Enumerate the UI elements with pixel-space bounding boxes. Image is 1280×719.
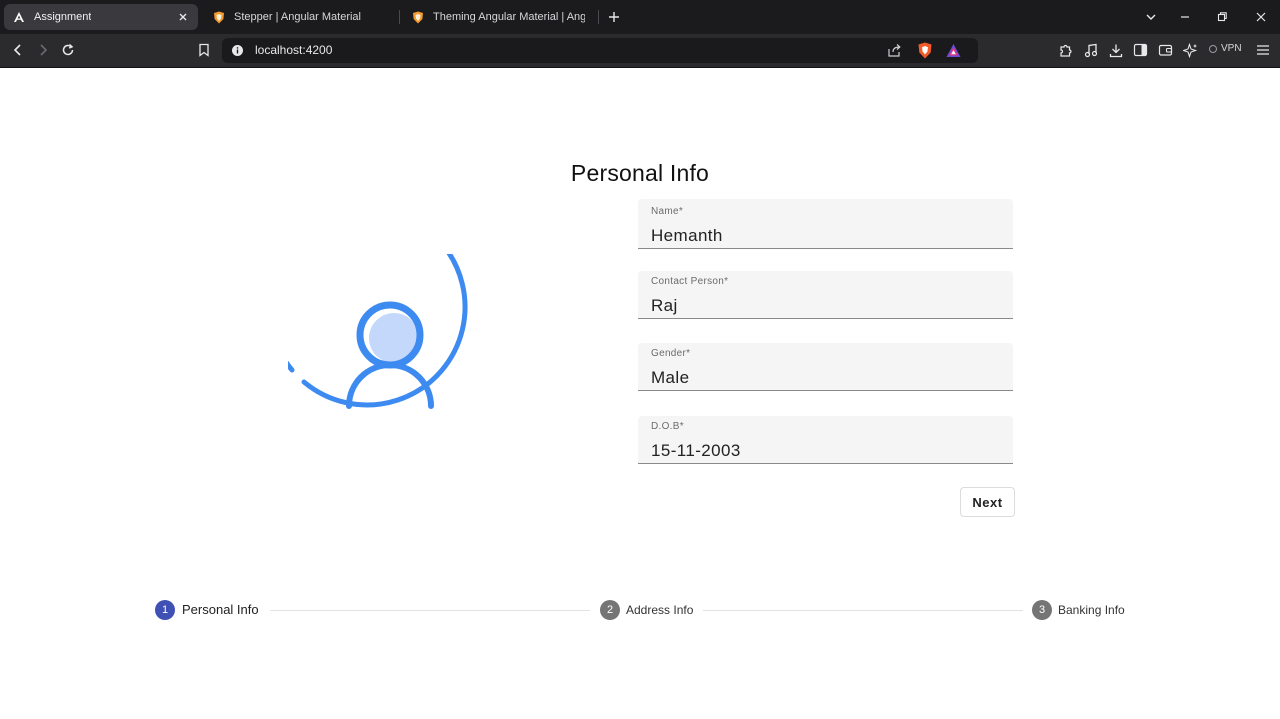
step-banking-info[interactable]: 3 Banking Info: [1027, 596, 1131, 624]
contact-person-field[interactable]: Contact Person* Raj: [638, 271, 1013, 319]
tab-theming-angular-material[interactable]: Theming Angular Material | Angular: [403, 4, 593, 30]
share-icon[interactable]: [887, 43, 902, 58]
next-button[interactable]: Next: [960, 487, 1015, 517]
dob-field-value[interactable]: 15-11-2003: [651, 441, 741, 461]
gender-field[interactable]: Gender* Male: [638, 343, 1013, 391]
browser-tab-strip: Assignment Stepper | Angular Material Th…: [0, 0, 1280, 34]
tab-title: Assignment: [34, 11, 92, 23]
name-field-value[interactable]: Hemanth: [651, 226, 723, 246]
dob-field-label: D.O.B*: [651, 421, 684, 432]
step-number-badge: 2: [600, 600, 620, 620]
vpn-label: VPN: [1221, 43, 1242, 54]
step-number-badge: 1: [155, 600, 175, 620]
brave-shields-icon[interactable]: [917, 42, 933, 59]
tab-title: Stepper | Angular Material: [234, 11, 361, 23]
tab-assignment[interactable]: Assignment: [4, 4, 198, 30]
step-connector: [703, 610, 1023, 611]
step-address-info[interactable]: 2 Address Info: [595, 596, 699, 624]
brave-shield-icon: [411, 10, 425, 24]
name-field[interactable]: Name* Hemanth: [638, 199, 1013, 249]
site-info-icon[interactable]: [231, 44, 244, 57]
tab-title: Theming Angular Material | Angular: [433, 11, 585, 23]
vpn-status-icon: [1209, 44, 1217, 53]
minimize-icon[interactable]: [1177, 9, 1193, 25]
leo-ai-sparkle-icon[interactable]: [1182, 42, 1198, 58]
contact-person-field-value[interactable]: Raj: [651, 296, 678, 316]
reload-icon[interactable]: [60, 42, 76, 58]
tab-stepper-angular-material[interactable]: Stepper | Angular Material: [204, 4, 394, 30]
media-music-icon[interactable]: [1083, 42, 1099, 58]
hamburger-menu-icon[interactable]: [1255, 42, 1271, 58]
sidebar-toggle-icon[interactable]: [1132, 42, 1148, 58]
tab-separator: [598, 10, 599, 24]
tab-separator: [399, 10, 400, 24]
close-window-icon[interactable]: [1253, 9, 1269, 25]
extensions-puzzle-icon[interactable]: [1057, 42, 1073, 58]
step-label: Personal Info: [182, 602, 259, 617]
browser-toolbar: localhost:4200 VPN: [0, 34, 1280, 68]
angular-icon: [12, 10, 26, 24]
download-icon[interactable]: [1108, 42, 1124, 58]
user-avatar-icon: [266, 206, 492, 458]
forward-arrow-icon[interactable]: [35, 42, 51, 58]
back-arrow-icon[interactable]: [10, 42, 26, 58]
step-personal-info[interactable]: 1 Personal Info: [150, 596, 268, 624]
stepper: 1 Personal Info 2 Address Info 3 Banking…: [0, 596, 1280, 624]
wallet-icon[interactable]: [1157, 42, 1173, 58]
vpn-button[interactable]: VPN: [1209, 43, 1242, 54]
dob-field[interactable]: D.O.B* 15-11-2003: [638, 416, 1013, 464]
close-tab-icon[interactable]: [176, 10, 190, 24]
page-title: Personal Info: [570, 160, 710, 186]
gender-field-label: Gender*: [651, 348, 691, 359]
new-tab-plus-icon[interactable]: [606, 9, 622, 25]
tab-list-chevron-icon[interactable]: [1143, 9, 1159, 25]
step-number-badge: 3: [1032, 600, 1052, 620]
address-bar[interactable]: localhost:4200: [222, 38, 978, 63]
bookmark-icon[interactable]: [196, 42, 212, 58]
step-connector: [270, 610, 590, 611]
restore-window-icon[interactable]: [1214, 9, 1230, 25]
name-field-label: Name*: [651, 206, 684, 217]
step-label: Address Info: [626, 603, 694, 617]
brave-rewards-icon[interactable]: [945, 42, 962, 59]
step-label: Banking Info: [1058, 603, 1125, 617]
brave-shield-icon: [212, 10, 226, 24]
contact-person-field-label: Contact Person*: [651, 276, 729, 287]
url-text: localhost:4200: [255, 43, 333, 57]
gender-field-value[interactable]: Male: [651, 368, 689, 388]
